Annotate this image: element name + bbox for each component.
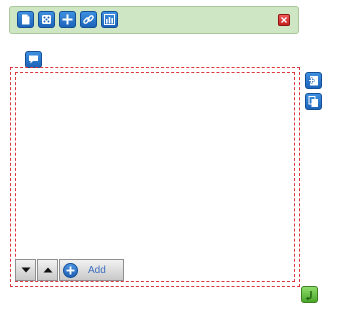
link-icon — [83, 15, 94, 24]
add-page-button[interactable] — [305, 72, 322, 89]
add-item-button[interactable]: Add — [59, 259, 124, 281]
add-page-icon — [308, 76, 318, 86]
add-circle-icon — [63, 262, 78, 278]
control-bar: Add — [15, 259, 124, 281]
copy-page-icon — [308, 96, 318, 107]
content-area[interactable] — [15, 72, 295, 282]
comment-button[interactable] — [25, 51, 42, 68]
close-button[interactable] — [278, 14, 290, 26]
copy-page-button[interactable] — [305, 93, 322, 110]
random-button[interactable] — [38, 11, 55, 28]
move-up-icon — [43, 267, 52, 273]
link-button[interactable] — [80, 11, 97, 28]
drop-area[interactable] — [10, 67, 300, 287]
new-page-button[interactable] — [17, 11, 34, 28]
dice-icon — [42, 15, 51, 24]
chart-button[interactable] — [101, 11, 118, 28]
move-down-icon — [21, 267, 30, 273]
close-icon — [281, 17, 287, 23]
add-button[interactable] — [59, 11, 76, 28]
comment-icon — [29, 55, 38, 64]
chart-icon — [104, 14, 115, 25]
top-toolbar — [9, 6, 299, 34]
plus-icon — [62, 14, 73, 25]
move-up-button[interactable] — [37, 259, 58, 281]
move-down-button[interactable] — [15, 259, 36, 281]
new-page-icon — [22, 14, 30, 25]
return-button[interactable] — [301, 286, 318, 303]
add-label: Add — [88, 264, 106, 276]
return-icon — [305, 290, 312, 300]
